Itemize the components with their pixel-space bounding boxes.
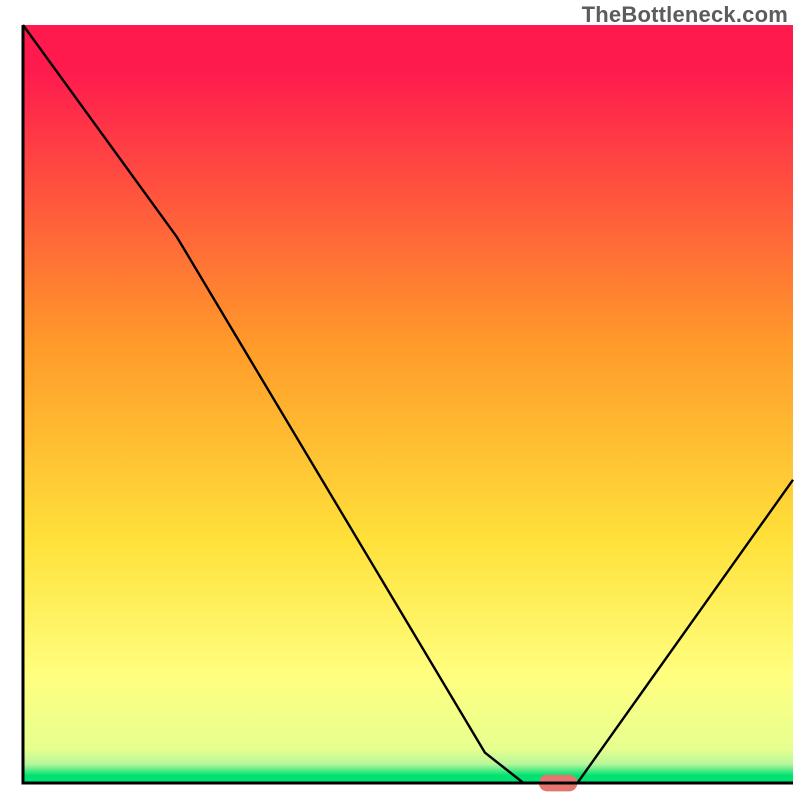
plot-background: [23, 25, 793, 783]
chart-canvas: TheBottleneck.com: [0, 0, 800, 800]
watermark-text: TheBottleneck.com: [582, 2, 788, 28]
plot-svg: [0, 0, 800, 800]
